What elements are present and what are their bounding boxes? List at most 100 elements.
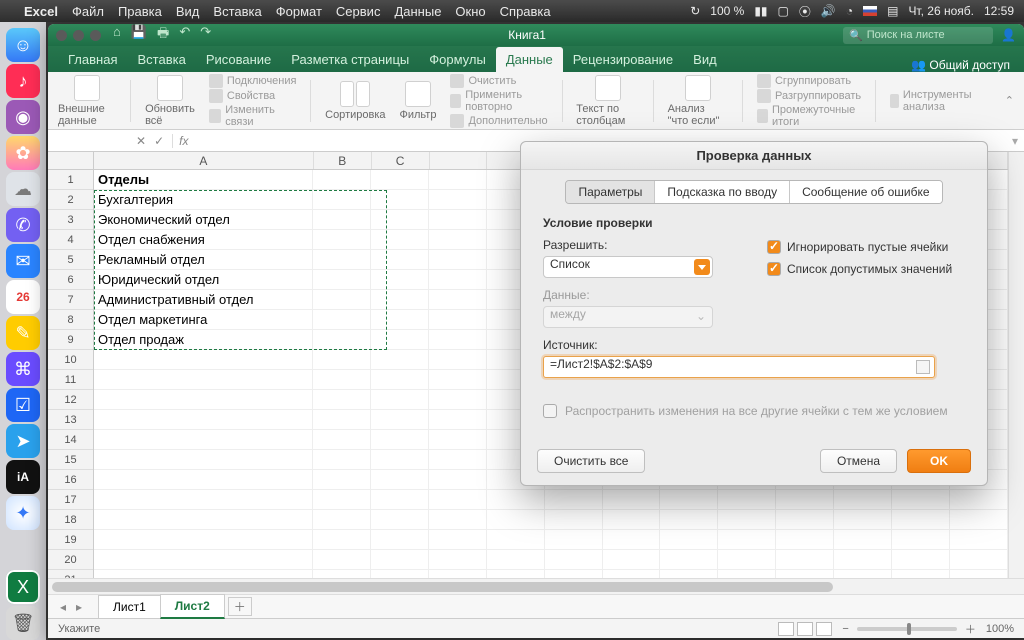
cell[interactable] bbox=[545, 510, 603, 529]
cell[interactable] bbox=[487, 550, 545, 569]
sheet-tab-1[interactable]: Лист1 bbox=[98, 595, 161, 618]
cell[interactable] bbox=[545, 550, 603, 569]
cell[interactable] bbox=[429, 310, 487, 329]
properties-button[interactable]: Свойства bbox=[209, 89, 297, 103]
window-minimize-button[interactable] bbox=[73, 30, 84, 41]
sheet-nav-prev-icon[interactable]: ◂ bbox=[60, 600, 66, 614]
cell[interactable] bbox=[487, 490, 545, 509]
cell[interactable] bbox=[429, 570, 487, 578]
cell[interactable] bbox=[371, 330, 429, 349]
qat-save-icon[interactable]: 💾 bbox=[131, 24, 147, 46]
cell[interactable] bbox=[429, 450, 487, 469]
tab-home[interactable]: Главная bbox=[58, 47, 127, 72]
row-header[interactable]: 13 bbox=[48, 410, 93, 430]
fx-label[interactable]: fx bbox=[173, 134, 194, 148]
row-header[interactable]: 1 bbox=[48, 170, 93, 190]
in-cell-dropdown-checkbox[interactable]: Список допустимых значений bbox=[767, 262, 952, 276]
cell[interactable] bbox=[545, 570, 603, 578]
dock-excel[interactable]: X bbox=[6, 570, 40, 604]
cell[interactable] bbox=[429, 190, 487, 209]
cell[interactable] bbox=[718, 490, 776, 509]
ribbon-analysis-tools[interactable]: Инструменты анализа bbox=[890, 89, 977, 113]
airplay-icon[interactable]: ▢ bbox=[778, 4, 789, 18]
cell[interactable] bbox=[94, 390, 313, 409]
row-header[interactable]: 20 bbox=[48, 550, 93, 570]
row-header[interactable]: 11 bbox=[48, 370, 93, 390]
qat-print-icon[interactable]: 🖶 bbox=[157, 24, 169, 46]
cell[interactable] bbox=[313, 310, 371, 329]
add-sheet-button[interactable]: ＋ bbox=[228, 597, 252, 616]
cell[interactable]: Бухгалтерия bbox=[94, 190, 313, 209]
view-page-break-button[interactable] bbox=[816, 622, 832, 636]
tab-formulas[interactable]: Формулы bbox=[419, 47, 496, 72]
menu-file[interactable]: Файл bbox=[72, 4, 104, 19]
cell[interactable] bbox=[371, 450, 429, 469]
user-avatar-icon[interactable]: 👤 bbox=[1001, 28, 1016, 42]
cell[interactable] bbox=[429, 470, 487, 489]
cell[interactable] bbox=[313, 190, 371, 209]
row-header[interactable]: 7 bbox=[48, 290, 93, 310]
menu-edit[interactable]: Правка bbox=[118, 4, 162, 19]
select-all-corner[interactable] bbox=[48, 152, 94, 170]
view-page-layout-button[interactable] bbox=[797, 622, 813, 636]
cell[interactable] bbox=[834, 530, 892, 549]
cell[interactable] bbox=[94, 350, 313, 369]
cell[interactable] bbox=[429, 210, 487, 229]
volume-icon[interactable]: 🔊 bbox=[821, 4, 836, 18]
cell[interactable] bbox=[429, 430, 487, 449]
menu-tools[interactable]: Сервис bbox=[336, 4, 381, 19]
cell[interactable] bbox=[94, 550, 313, 569]
cell[interactable] bbox=[429, 370, 487, 389]
row-header[interactable]: 19 bbox=[48, 530, 93, 550]
sheet-nav-next-icon[interactable]: ▸ bbox=[76, 600, 82, 614]
tab-view[interactable]: Вид bbox=[683, 47, 727, 72]
cell[interactable] bbox=[371, 390, 429, 409]
cell[interactable] bbox=[487, 510, 545, 529]
cell[interactable] bbox=[660, 530, 718, 549]
cell[interactable] bbox=[371, 470, 429, 489]
dialog-tab-input-message[interactable]: Подсказка по вводу bbox=[655, 181, 790, 203]
row-header[interactable]: 5 bbox=[48, 250, 93, 270]
cell[interactable]: Юридический отдел bbox=[94, 270, 313, 289]
cell[interactable] bbox=[718, 570, 776, 578]
dock-podcasts[interactable]: ◉ bbox=[6, 100, 40, 134]
cell[interactable] bbox=[603, 490, 661, 509]
cell[interactable] bbox=[718, 510, 776, 529]
cell[interactable] bbox=[371, 510, 429, 529]
cell[interactable] bbox=[94, 470, 313, 489]
window-close-button[interactable] bbox=[56, 30, 67, 41]
dock-things[interactable]: ☑ bbox=[6, 388, 40, 422]
cell[interactable] bbox=[660, 570, 718, 578]
cell[interactable] bbox=[834, 550, 892, 569]
ribbon-what-if[interactable]: Анализ "что если" bbox=[668, 75, 729, 127]
cell[interactable] bbox=[371, 170, 429, 189]
source-input[interactable]: =Лист2!$A$2:$A$9 bbox=[543, 356, 935, 378]
cell[interactable] bbox=[371, 230, 429, 249]
cell[interactable] bbox=[603, 550, 661, 569]
cell[interactable] bbox=[371, 190, 429, 209]
cell[interactable]: Отдел продаж bbox=[94, 330, 313, 349]
menu-format[interactable]: Формат bbox=[276, 4, 322, 19]
cell[interactable] bbox=[313, 450, 371, 469]
row-header[interactable]: 6 bbox=[48, 270, 93, 290]
cell[interactable] bbox=[487, 570, 545, 578]
cell[interactable] bbox=[603, 530, 661, 549]
tab-review[interactable]: Рецензирование bbox=[563, 47, 683, 72]
dock-finder[interactable]: ☺ bbox=[6, 28, 40, 62]
vertical-scrollbar[interactable] bbox=[1008, 152, 1024, 578]
tab-layout[interactable]: Разметка страницы bbox=[281, 47, 419, 72]
cell[interactable] bbox=[776, 510, 834, 529]
cell[interactable] bbox=[776, 550, 834, 569]
cell[interactable] bbox=[313, 550, 371, 569]
cell[interactable] bbox=[429, 530, 487, 549]
dock-notes[interactable]: ✎ bbox=[6, 316, 40, 350]
menu-data[interactable]: Данные bbox=[394, 4, 441, 19]
tab-draw[interactable]: Рисование bbox=[196, 47, 281, 72]
row-header[interactable]: 18 bbox=[48, 510, 93, 530]
cell[interactable] bbox=[313, 330, 371, 349]
row-header[interactable]: 12 bbox=[48, 390, 93, 410]
cancel-button[interactable]: Отмена bbox=[820, 449, 897, 473]
zoom-level[interactable]: 100% bbox=[986, 623, 1014, 635]
cell[interactable] bbox=[371, 530, 429, 549]
cell[interactable] bbox=[94, 570, 313, 578]
